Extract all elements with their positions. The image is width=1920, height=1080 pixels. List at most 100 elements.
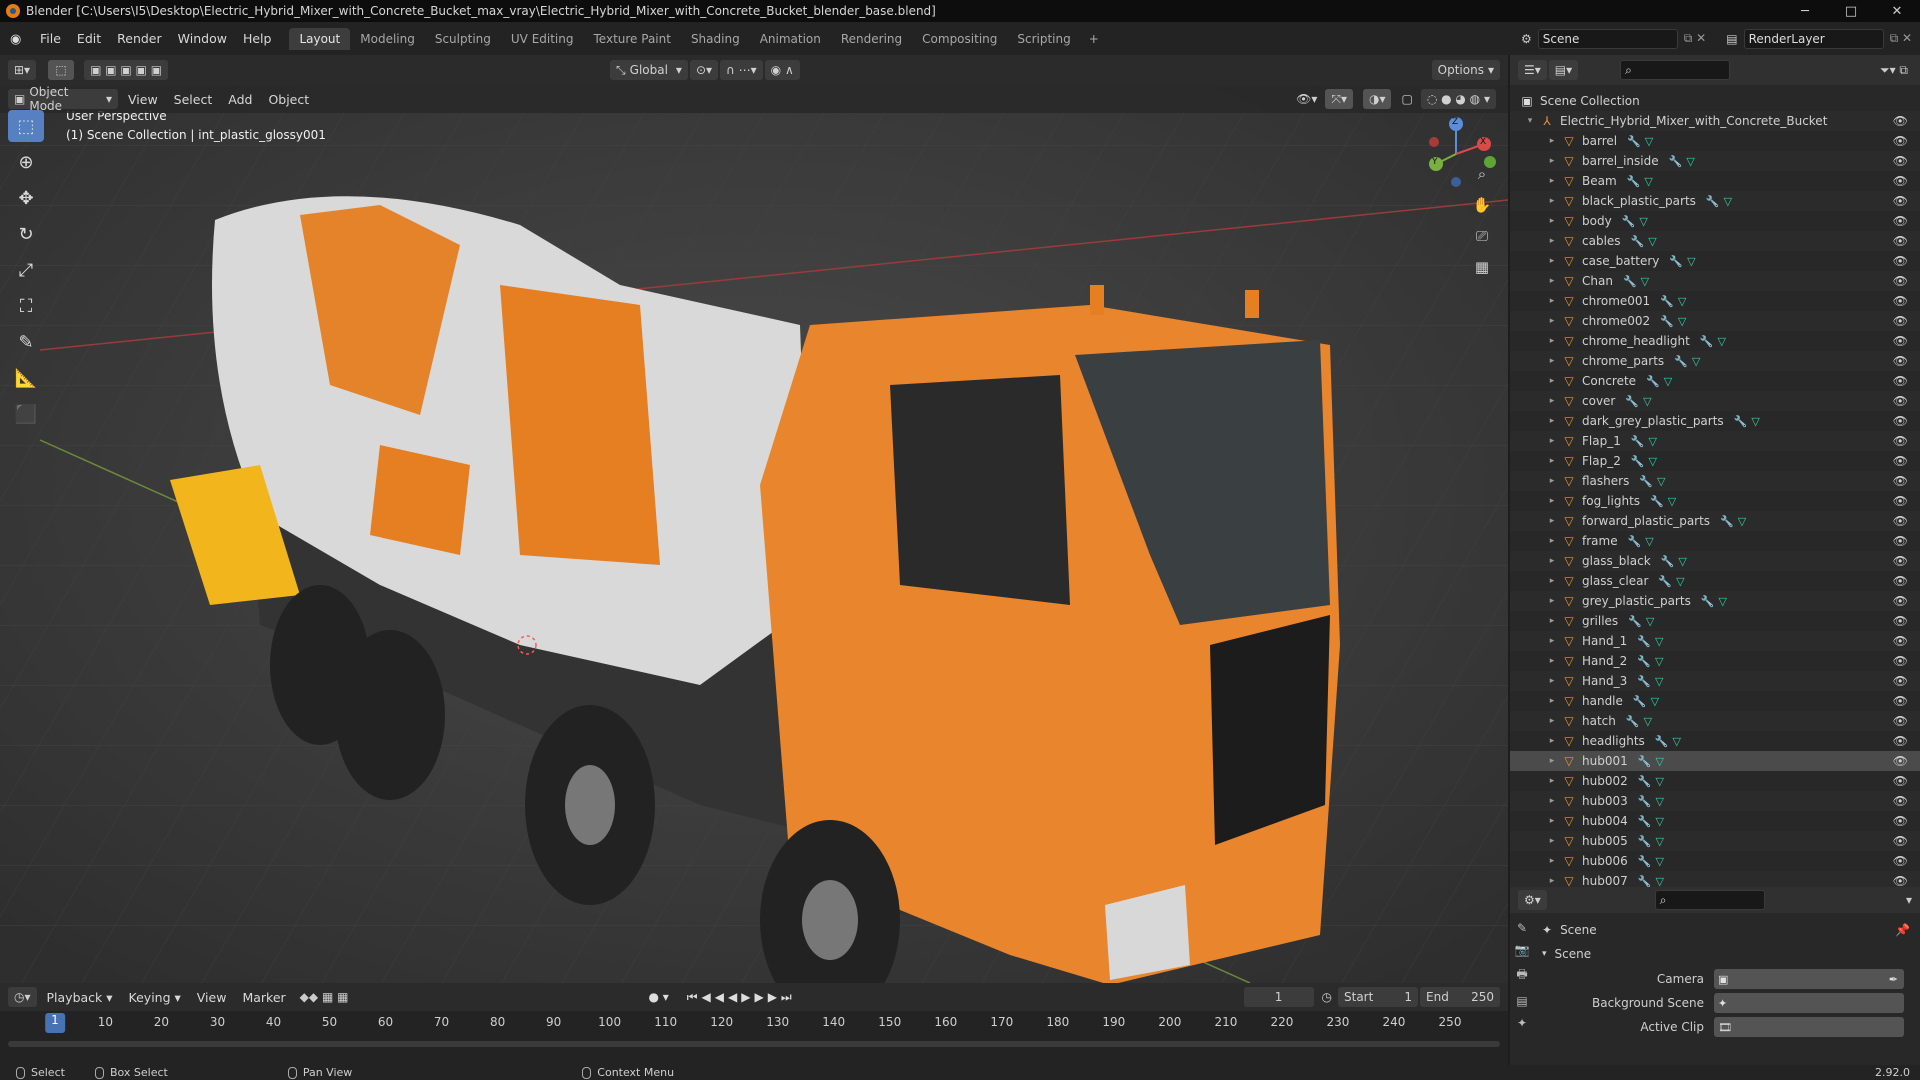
mesh-data-icon[interactable]: ▽ xyxy=(1676,575,1684,588)
tab-animation[interactable]: Animation xyxy=(750,28,831,50)
expand-right-icon[interactable]: ▸ xyxy=(1546,376,1558,386)
modifier-wrench-icon[interactable]: 🔧 xyxy=(1637,655,1651,668)
outliner-search-input[interactable]: ⌕ xyxy=(1620,60,1731,80)
expand-right-icon[interactable]: ▸ xyxy=(1546,336,1558,346)
mesh-data-icon[interactable]: ▽ xyxy=(1644,175,1652,188)
mesh-data-icon[interactable]: ▽ xyxy=(1718,335,1726,348)
mesh-data-icon[interactable]: ▽ xyxy=(1664,375,1672,388)
mesh-data-icon[interactable]: ▽ xyxy=(1651,695,1659,708)
outliner-item-flashers[interactable]: ▸ ▽ flashers 🔧 ▽ 👁 xyxy=(1510,471,1920,491)
modifier-wrench-icon[interactable]: 🔧 xyxy=(1626,715,1640,728)
outliner-item-flap-1[interactable]: ▸ ▽ Flap_1 🔧 ▽ 👁 xyxy=(1510,431,1920,451)
timeline-view-menu[interactable]: View xyxy=(189,990,235,1005)
filter-icon[interactable]: ⏷▾ ⧉ xyxy=(1880,63,1908,78)
eyedropper-icon[interactable]: ✒ xyxy=(1889,973,1898,986)
modifier-wrench-icon[interactable]: 🔧 xyxy=(1638,755,1652,768)
pin-icon[interactable]: 📌 xyxy=(1895,923,1910,937)
outliner-item-hub004[interactable]: ▸ ▽ hub004 🔧 ▽ 👁 xyxy=(1510,811,1920,831)
mesh-data-icon[interactable]: ▽ xyxy=(1645,135,1653,148)
modifier-wrench-icon[interactable]: 🔧 xyxy=(1700,335,1714,348)
expand-right-icon[interactable]: ▸ xyxy=(1546,876,1558,886)
properties-search-input[interactable]: ⌕ xyxy=(1654,890,1765,910)
outliner-item-flap-2[interactable]: ▸ ▽ Flap_2 🔧 ▽ 👁 xyxy=(1510,451,1920,471)
expand-right-icon[interactable]: ▸ xyxy=(1546,796,1558,806)
expand-right-icon[interactable]: ▸ xyxy=(1546,196,1558,206)
scale-tool[interactable]: ⤢ xyxy=(8,254,44,286)
tab-texture-paint[interactable]: Texture Paint xyxy=(584,28,681,50)
modifier-wrench-icon[interactable]: 🔧 xyxy=(1701,595,1715,608)
visibility-eye-icon[interactable]: 👁 xyxy=(1893,774,1908,788)
active-clip-field[interactable]: 🎞 xyxy=(1714,1017,1904,1037)
visibility-eye-icon[interactable]: 👁 xyxy=(1893,334,1908,348)
mesh-data-icon[interactable]: ▽ xyxy=(1655,755,1663,768)
visibility-eye-icon[interactable]: 👁 xyxy=(1893,254,1908,268)
measure-tool[interactable]: 📐 xyxy=(8,362,44,394)
ortho-grid-icon[interactable]: ▦ xyxy=(1468,253,1496,281)
add-cube-tool[interactable]: ⬛ xyxy=(8,398,44,430)
expand-right-icon[interactable]: ▸ xyxy=(1546,676,1558,686)
outliner-item-grey-plastic-parts[interactable]: ▸ ▽ grey_plastic_parts 🔧 ▽ 👁 xyxy=(1510,591,1920,611)
snap-toggle[interactable]: ∩ ⋯▾ xyxy=(720,60,763,80)
timeline-editor-type[interactable]: ◷▾ xyxy=(8,987,37,1007)
outliner-item-hub005[interactable]: ▸ ▽ hub005 🔧 ▽ 👁 xyxy=(1510,831,1920,851)
expand-right-icon[interactable]: ▸ xyxy=(1546,836,1558,846)
visibility-eye-icon[interactable]: 👁 xyxy=(1893,594,1908,608)
output-tab-icon[interactable]: 🖶 xyxy=(1516,965,1527,986)
modifier-wrench-icon[interactable]: 🔧 xyxy=(1658,575,1672,588)
modifier-wrench-icon[interactable]: 🔧 xyxy=(1639,475,1653,488)
outliner-item-cables[interactable]: ▸ ▽ cables 🔧 ▽ 👁 xyxy=(1510,231,1920,251)
modifier-wrench-icon[interactable]: 🔧 xyxy=(1627,175,1641,188)
outliner-item-chrome-parts[interactable]: ▸ ▽ chrome_parts 🔧 ▽ 👁 xyxy=(1510,351,1920,371)
modifier-wrench-icon[interactable]: 🔧 xyxy=(1720,515,1734,528)
mesh-data-icon[interactable]: ▽ xyxy=(1657,475,1665,488)
expand-right-icon[interactable]: ▸ xyxy=(1546,396,1558,406)
modifier-wrench-icon[interactable]: 🔧 xyxy=(1628,615,1642,628)
menu-help[interactable]: Help xyxy=(235,31,280,46)
visibility-eye-icon[interactable]: 👁 xyxy=(1893,854,1908,868)
visibility-eye-icon[interactable]: 👁 xyxy=(1893,494,1908,508)
mesh-data-icon[interactable]: ▽ xyxy=(1649,455,1657,468)
playback-controls[interactable]: ⏮◀◀◀▶▶▶⏭ xyxy=(687,990,796,1005)
overlay-toggle[interactable]: ◑▾ xyxy=(1362,89,1392,109)
visibility-eye-icon[interactable]: 👁 xyxy=(1893,214,1908,228)
outliner-item-barrel-inside[interactable]: ▸ ▽ barrel_inside 🔧 ▽ 👁 xyxy=(1510,151,1920,171)
outliner-item-chrome002[interactable]: ▸ ▽ chrome002 🔧 ▽ 👁 xyxy=(1510,311,1920,331)
visibility-eye-icon[interactable]: 👁 xyxy=(1893,634,1908,648)
mesh-data-icon[interactable]: ▽ xyxy=(1644,715,1652,728)
visibility-eye-icon[interactable]: 👁 xyxy=(1893,154,1908,168)
expand-right-icon[interactable]: ▸ xyxy=(1546,756,1558,766)
visibility-eye-icon[interactable]: 👁 xyxy=(1893,874,1908,888)
marker-menu[interactable]: Marker xyxy=(234,990,293,1005)
shading-buttons[interactable]: ◌ ● ◕ ◍ ▾ xyxy=(1420,89,1496,109)
view-layer-tab-icon[interactable]: ▤ xyxy=(1516,994,1527,1008)
visibility-eye-icon[interactable]: 👁 xyxy=(1893,754,1908,768)
outliner-item-chan[interactable]: ▸ ▽ Chan 🔧 ▽ 👁 xyxy=(1510,271,1920,291)
tool-tab-icon[interactable]: ✎ xyxy=(1517,921,1527,935)
modifier-wrench-icon[interactable]: 🔧 xyxy=(1631,455,1645,468)
scene-selector[interactable]: Scene xyxy=(1537,28,1678,49)
options-dropdown[interactable]: Options ▾ xyxy=(1431,60,1500,80)
outliner-item-dark-grey-plastic-parts[interactable]: ▸ ▽ dark_grey_plastic_parts 🔧 ▽ 👁 xyxy=(1510,411,1920,431)
select-box-tool[interactable]: ⬚ xyxy=(8,110,44,142)
visibility-eye-icon[interactable]: 👁 xyxy=(1893,394,1908,408)
mesh-data-icon[interactable]: ▽ xyxy=(1655,775,1663,788)
select-tool-button[interactable]: ⬚ xyxy=(48,60,75,80)
expand-right-icon[interactable]: ▸ xyxy=(1546,216,1558,226)
expand-right-icon[interactable]: ▸ xyxy=(1546,456,1558,466)
minimize-button[interactable]: ─ xyxy=(1782,4,1828,19)
mesh-data-icon[interactable]: ▽ xyxy=(1655,795,1663,808)
expand-right-icon[interactable]: ▸ xyxy=(1546,136,1558,146)
modifier-wrench-icon[interactable]: 🔧 xyxy=(1637,635,1651,648)
modifier-wrench-icon[interactable]: 🔧 xyxy=(1706,195,1720,208)
pivot-point-dropdown[interactable]: ⊙▾ xyxy=(689,60,719,80)
outliner-item-concrete[interactable]: ▸ ▽ Concrete 🔧 ▽ 👁 xyxy=(1510,371,1920,391)
scene-icon[interactable]: ⚙ xyxy=(1521,32,1532,46)
modifier-wrench-icon[interactable]: 🔧 xyxy=(1674,355,1688,368)
record-icon[interactable]: ● ▾ xyxy=(648,990,668,1004)
outliner-editor-type[interactable]: ☰▾ xyxy=(1518,60,1547,80)
add-workspace-button[interactable]: + xyxy=(1081,28,1107,50)
expand-right-icon[interactable]: ▸ xyxy=(1546,156,1558,166)
end-frame-field[interactable]: End 250 xyxy=(1420,987,1500,1007)
modifier-wrench-icon[interactable]: 🔧 xyxy=(1669,255,1683,268)
modifier-wrench-icon[interactable]: 🔧 xyxy=(1638,815,1652,828)
